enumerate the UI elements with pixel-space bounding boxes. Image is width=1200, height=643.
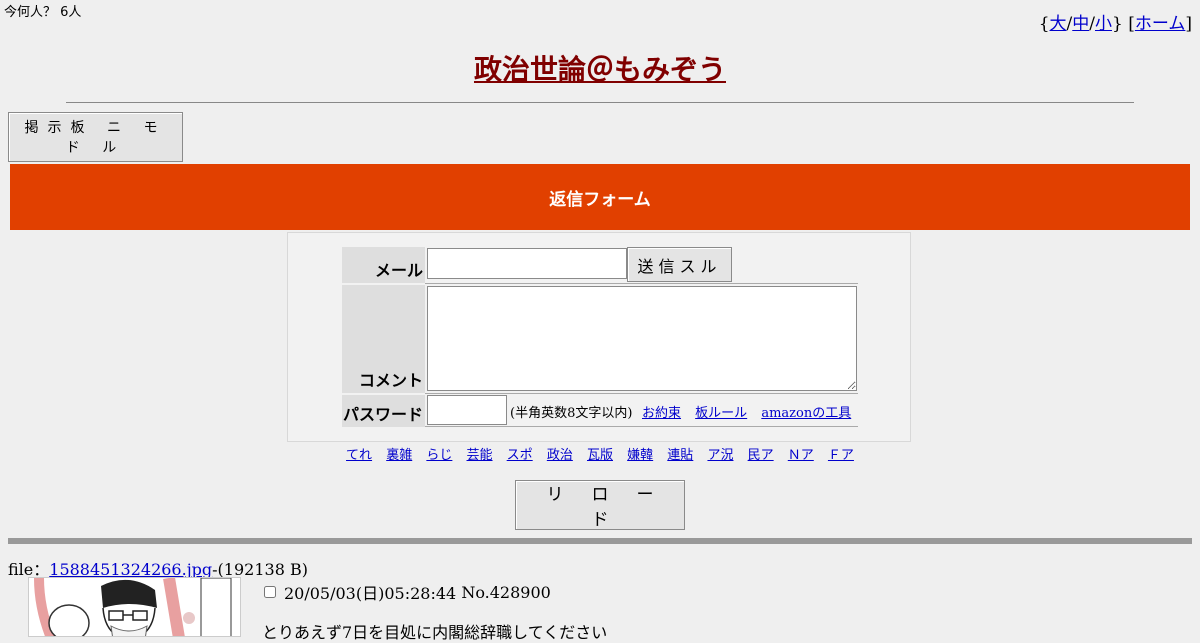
back-to-board-button[interactable]: 掲示板 ニ モ ド ル	[8, 112, 183, 162]
visitor-counter: 今何人？ 6人	[4, 5, 82, 20]
password-label: パスワード	[342, 395, 425, 427]
mail-label: メール	[342, 247, 425, 283]
board-link[interactable]: ア況	[707, 448, 733, 463]
send-button[interactable]: 送信スル	[627, 247, 732, 282]
reload-button[interactable]: リロード	[515, 480, 685, 530]
thread-divider	[8, 538, 1192, 544]
title-divider	[66, 102, 1134, 103]
home-link[interactable]: ホーム	[1135, 14, 1186, 34]
board-link[interactable]: らじ	[426, 448, 452, 463]
row-divider	[425, 283, 858, 284]
amazon-tools-link[interactable]: amazonの工具	[761, 406, 851, 421]
post-header: 20/05/03(日)05:28:44 No.428900	[264, 580, 551, 604]
post-thumbnail[interactable]	[28, 577, 241, 637]
form-help-links: お約束 板ルール amazonの工具	[642, 402, 861, 421]
board-title[interactable]: 政治世論＠もみぞう	[474, 53, 726, 86]
comment-textarea[interactable]	[427, 286, 857, 391]
post-date: 20/05/03(日)05:28:44	[284, 584, 457, 603]
board-link[interactable]: 裏雑	[386, 448, 412, 463]
board-link[interactable]: 政治	[547, 448, 573, 463]
board-title-wrap: 政治世論＠もみぞう	[0, 48, 1200, 88]
post-select-checkbox[interactable]	[264, 586, 276, 598]
board-link[interactable]: 瓦版	[587, 448, 613, 463]
password-note: (半角英数8文字以内)	[510, 406, 633, 421]
row-divider	[425, 426, 858, 427]
mail-input[interactable]	[427, 248, 627, 279]
post-number: No.428900	[461, 582, 551, 602]
font-size-large-link[interactable]: 大	[1050, 14, 1067, 34]
board-link[interactable]: 民ア	[748, 448, 774, 463]
font-size-small-link[interactable]: 小	[1095, 14, 1112, 34]
board-link[interactable]: 芸能	[467, 448, 493, 463]
board-link[interactable]: Ｆア	[828, 448, 854, 463]
thumbnail-illustration	[29, 578, 240, 636]
board-link[interactable]: 嫌韓	[627, 448, 653, 463]
top-nav: {大/中/小} [ホーム]	[1038, 14, 1192, 34]
board-link[interactable]: てれ	[346, 448, 372, 463]
board-link[interactable]: 連貼	[667, 448, 693, 463]
board-nav: てれ 裏雑 らじ 芸能 スポ 政治 瓦版 嫌韓 連貼 ア況 民ア Ｎア Ｆア	[0, 444, 1200, 463]
board-link[interactable]: スポ	[507, 448, 533, 463]
password-input[interactable]	[427, 395, 507, 425]
row-divider	[425, 393, 858, 394]
board-rules-link[interactable]: 板ルール	[695, 406, 747, 421]
rules-link[interactable]: お約束	[642, 406, 681, 421]
font-size-medium-link[interactable]: 中	[1072, 14, 1089, 34]
comment-label: コメント	[342, 285, 425, 393]
post-body: とりあえず7日を目処に内閣総辞職してください	[262, 623, 608, 642]
reply-form-banner: 返信フォーム	[10, 164, 1190, 230]
board-link[interactable]: Ｎア	[788, 448, 814, 463]
